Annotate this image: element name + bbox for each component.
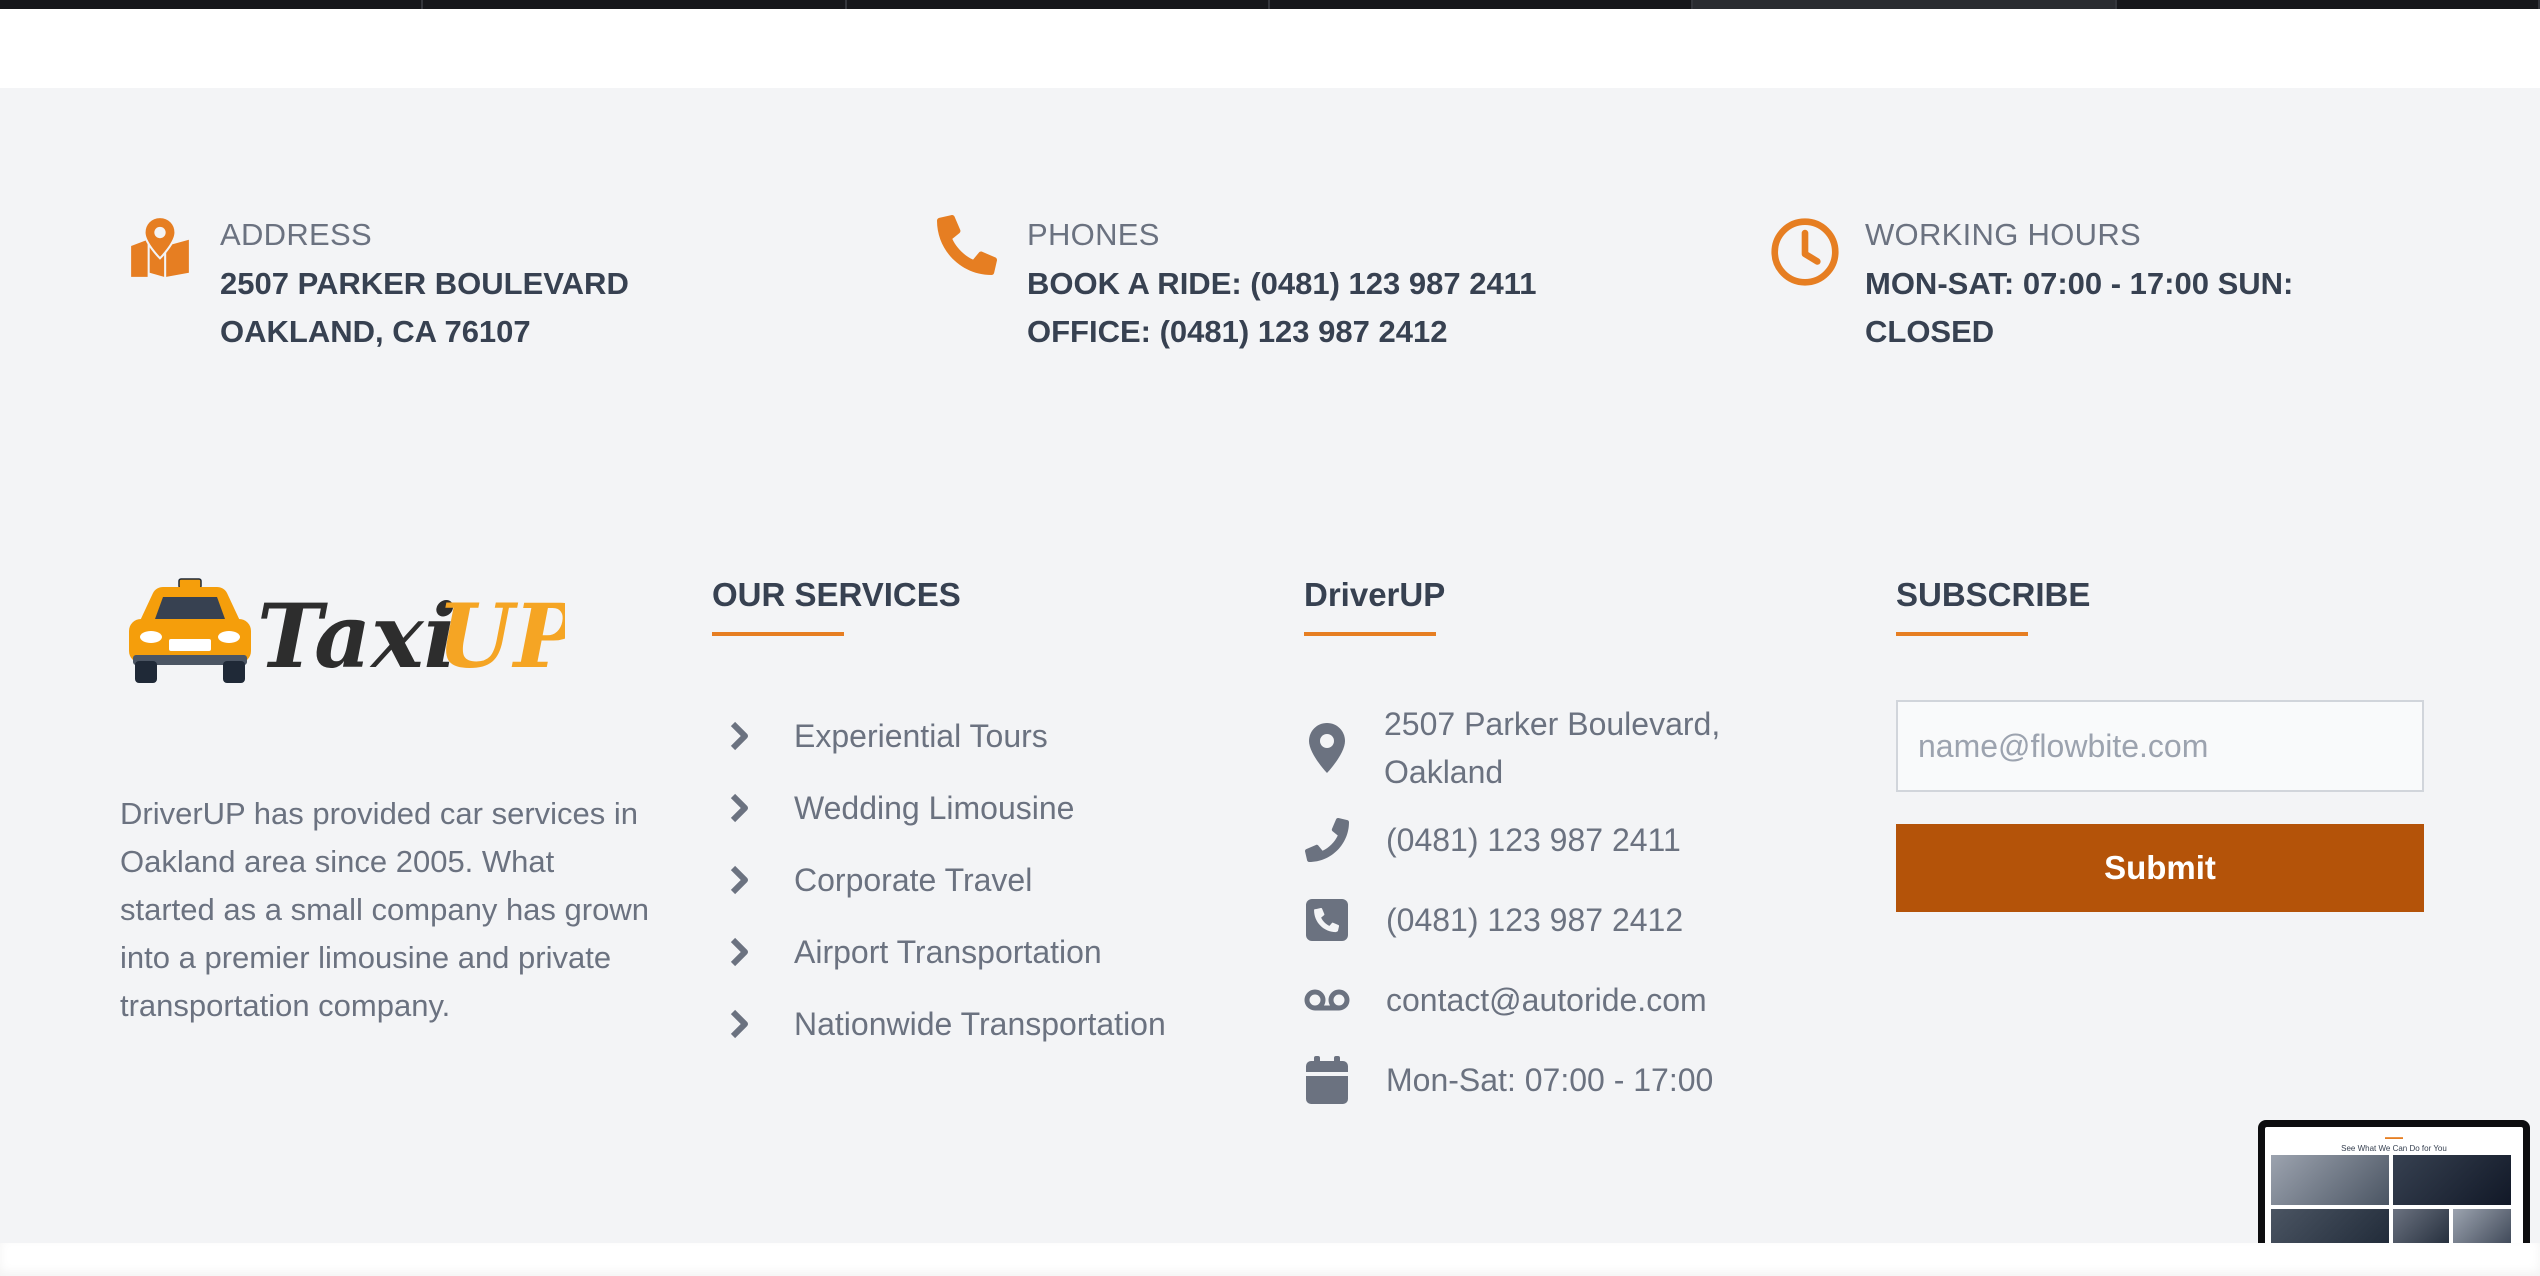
- address-line: Oakland: [1384, 754, 1504, 790]
- phone-line: OFFICE: (0481) 123 987 2412: [1027, 314, 1448, 349]
- svg-text:UP: UP: [437, 584, 565, 685]
- subscribe-heading: SUBSCRIBE: [1896, 570, 2091, 636]
- service-label: Corporate Travel: [794, 861, 1033, 898]
- about-text: DriverUP has provided car services in Oa…: [120, 796, 649, 1023]
- company-phone[interactable]: (0481) 123 987 2411: [1304, 804, 1720, 876]
- hours-text: Mon-Sat: 07:00 - 17:00: [1386, 1062, 1714, 1098]
- voicemail-icon: [1304, 976, 1350, 1024]
- location-pin-icon: [1304, 700, 1350, 796]
- hours-label: WORKING HOURS: [1865, 217, 2142, 252]
- preview-image: [2393, 1155, 2511, 1205]
- company-email[interactable]: contact@autoride.com: [1304, 964, 1720, 1036]
- svg-text:Taxi: Taxi: [257, 584, 457, 685]
- chevron-right-icon: [730, 793, 748, 823]
- page-section-end: [0, 9, 2540, 88]
- service-link[interactable]: Wedding Limousine: [728, 772, 1166, 844]
- services-list: Experiential Tours Wedding Limousine Cor…: [728, 700, 1166, 1060]
- hours-line: CLOSED: [1865, 314, 1995, 349]
- preview-image: [2271, 1155, 2389, 1205]
- service-label: Experiential Tours: [794, 717, 1048, 754]
- phone-icon: [932, 215, 1002, 285]
- map-marker-icon: [125, 215, 195, 285]
- address-label: ADDRESS: [220, 217, 372, 252]
- page-bottom-edge: [0, 1243, 2540, 1276]
- chevron-right-icon: [730, 1009, 748, 1039]
- submit-button[interactable]: Submit: [1896, 824, 2424, 912]
- service-link[interactable]: Airport Transportation: [728, 916, 1166, 988]
- address-line: OAKLAND, CA 76107: [220, 314, 531, 349]
- service-label: Airport Transportation: [794, 933, 1102, 970]
- phone-number: (0481) 123 987 2411: [1386, 822, 1681, 858]
- heading-underline: [1304, 632, 1436, 636]
- preview-title: See What We Can Do for You: [2341, 1144, 2447, 1153]
- service-label: Wedding Limousine: [794, 789, 1075, 826]
- address-line: 2507 PARKER BOULEVARD: [220, 266, 629, 301]
- preview-kicker: ▬▬▬: [2385, 1135, 2403, 1141]
- phones-info: PHONES BOOK A RIDE: (0481) 123 987 2411 …: [932, 215, 1536, 356]
- company-heading: DriverUP: [1304, 570, 1446, 636]
- service-link[interactable]: Experiential Tours: [728, 700, 1166, 772]
- calendar-icon: [1304, 1056, 1350, 1104]
- email-link: contact@autoride.com: [1386, 982, 1707, 1018]
- chevron-right-icon: [730, 937, 748, 967]
- top-tab[interactable]: [847, 0, 1270, 9]
- site-logo[interactable]: Taxi UP: [125, 575, 583, 688]
- top-tab[interactable]: [423, 0, 847, 9]
- top-tab-strip: [0, 0, 2540, 9]
- top-tab[interactable]: [0, 0, 424, 9]
- phones-label: PHONES: [1027, 217, 1160, 252]
- phone-square-icon: [1304, 896, 1350, 944]
- company-hours: Mon-Sat: 07:00 - 17:00: [1304, 1044, 1720, 1116]
- address-line: 2507 Parker Boulevard,: [1384, 706, 1721, 742]
- clock-icon: [1770, 215, 1840, 286]
- phone-line: BOOK A RIDE: (0481) 123 987 2411: [1027, 266, 1537, 301]
- phone-icon: [1304, 816, 1350, 864]
- service-label: Nationwide Transportation: [794, 1005, 1166, 1042]
- services-heading: OUR SERVICES: [712, 570, 961, 636]
- company-title: DriverUP: [1304, 576, 1446, 613]
- chevron-right-icon: [730, 721, 748, 751]
- working-hours-info: WORKING HOURS MON-SAT: 07:00 - 17:00 SUN…: [1770, 215, 2293, 356]
- address-info: ADDRESS 2507 PARKER BOULEVARD OAKLAND, C…: [125, 215, 629, 356]
- company-contacts: 2507 Parker Boulevard, Oakland (0481) 12…: [1304, 700, 1720, 1116]
- subscribe-title: SUBSCRIBE: [1896, 576, 2091, 613]
- heading-underline: [1896, 632, 2028, 636]
- email-field[interactable]: [1896, 700, 2424, 792]
- hours-line: MON-SAT: 07:00 - 17:00 SUN:: [1865, 266, 2294, 301]
- taxi-car-icon: Taxi UP: [129, 578, 583, 688]
- preview-content: ▬▬▬ See What We Can Do for You: [2265, 1127, 2523, 1261]
- top-tab[interactable]: [2117, 0, 2540, 9]
- services-title: OUR SERVICES: [712, 576, 961, 613]
- chevron-right-icon: [730, 865, 748, 895]
- service-link[interactable]: Corporate Travel: [728, 844, 1166, 916]
- service-link[interactable]: Nationwide Transportation: [728, 988, 1166, 1060]
- top-tab[interactable]: [1270, 0, 1694, 9]
- company-address: 2507 Parker Boulevard, Oakland: [1304, 700, 1720, 796]
- phone-number: (0481) 123 987 2412: [1386, 902, 1684, 938]
- heading-underline: [712, 632, 844, 636]
- top-tab[interactable]: [1693, 0, 2117, 9]
- company-phone-office[interactable]: (0481) 123 987 2412: [1304, 884, 1720, 956]
